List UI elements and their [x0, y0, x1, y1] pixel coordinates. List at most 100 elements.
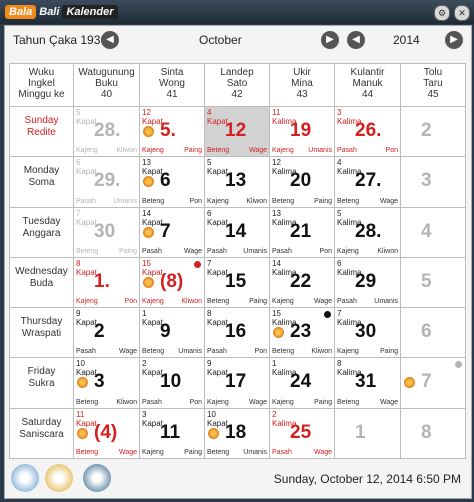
pasaran-pancawara: Wage — [248, 398, 267, 406]
date-cell[interactable]: 1 — [334, 407, 401, 460]
day-name: Friday — [27, 366, 56, 378]
date-cell[interactable]: 4 Kalima 27. Beteng Wage — [334, 156, 401, 208]
prev-year-button[interactable]: ◀ — [347, 31, 365, 49]
date-cell[interactable]: 6 Kapat 29. Pasah Umanis — [73, 156, 140, 208]
date-cell[interactable]: 1 Kapat 9 Beteng Umanis — [139, 307, 205, 359]
settings-icon[interactable]: ⚙ — [434, 5, 450, 21]
pasaran-pancawara: Pon — [189, 398, 202, 406]
date-number: 18 — [225, 421, 247, 443]
date-number: 14 — [225, 220, 247, 242]
date-number: 9 — [160, 321, 171, 343]
date-cell[interactable]: 3 Kapat 11 Kajeng Paing — [139, 407, 205, 460]
pasaran-pancawara: Umanis — [243, 449, 267, 456]
sasih-day: 10 — [76, 359, 85, 369]
pasaran-pancawara: Pon — [124, 298, 137, 306]
date-cell[interactable]: 13 Kapat 6 Beteng Pon — [139, 156, 205, 208]
date-cell[interactable]: 6 Kapat 14 Pasah Umanis — [204, 206, 270, 258]
wuku-line-3: 41 — [166, 89, 178, 100]
date-cell[interactable]: 2 — [400, 106, 466, 158]
sasih-day: 9 — [207, 359, 212, 369]
date-cell[interactable]: 5 Kapat 13 Kajeng Kliwon — [204, 156, 270, 208]
date-cell[interactable]: 10 Kapat 18 Beteng Umanis — [204, 407, 270, 460]
wuku-line-3: 44 — [361, 89, 374, 100]
date-cell[interactable]: 2 Kalima 25 Pasah Wage — [269, 407, 335, 460]
date-cell[interactable]: 9 Kapat 17 Kajeng Wage — [204, 357, 270, 409]
moon-dot-icon — [324, 311, 331, 319]
wuku-line-1: Ukir — [293, 67, 311, 78]
date-number: 20 — [290, 170, 312, 192]
pasaran-triwara: Pasah — [76, 348, 96, 356]
day-label: Thursday Wraspati — [9, 307, 74, 359]
date-cell[interactable]: 4 Kapat 12 Beteng Wage — [204, 106, 270, 158]
date-cell[interactable]: 7 Kapat 30 Beteng Paing — [73, 206, 140, 258]
pasaran-triwara: Pasah — [207, 348, 227, 356]
date-number: 29 — [355, 270, 377, 292]
date-cell[interactable]: 15 Kapat (8) Kajeng Kliwon — [139, 256, 205, 309]
pasaran-pancawara: Wage — [118, 348, 137, 356]
date-cell[interactable]: 15 Kalima 23 Beteng Kliwon — [269, 307, 335, 359]
date-cell[interactable]: 10 Kapat 3 Beteng Kliwon — [73, 357, 140, 409]
date-cell[interactable]: 14 Kapat 7 Pasah Wage — [139, 206, 205, 258]
date-cell[interactable]: 4 — [400, 206, 466, 258]
pasaran-pancawara: Pon — [189, 197, 202, 205]
date-cell[interactable]: 11 Kalima 19 Kajeng Umanis — [269, 106, 335, 158]
date-cell[interactable]: 8 Kalima 31 Beteng Wage — [334, 357, 401, 409]
date-cell[interactable]: 12 Kalima 20 Beteng Paing — [269, 156, 335, 208]
year-label: Tahun Çaka 1936 — [13, 33, 108, 47]
prev-month-button[interactable]: ◀ — [101, 31, 119, 49]
pasaran-pancawara: Umanis — [308, 147, 332, 155]
week-row: Monday Soma 6 Kapat 29. Pasah Umanis 13 … — [9, 156, 466, 208]
date-cell[interactable]: 2 Kapat 10 Pasah Pon — [139, 357, 205, 409]
date-cell[interactable]: 11 Kapat (4) Beteng Wage — [73, 407, 140, 460]
pasaran-pancawara: Pon — [385, 147, 398, 155]
status-datetime: Sunday, October 12, 2014 6:50 PM — [273, 472, 461, 486]
next-month-button[interactable]: ▶ — [321, 31, 339, 49]
pasaran-triwara: Pasah — [142, 398, 162, 406]
date-cell[interactable]: 5 — [400, 256, 466, 309]
date-cell[interactable]: 7 Kapat 15 Beteng Paing — [204, 256, 270, 309]
date-number: 4 — [421, 220, 432, 242]
date-number: 28. — [94, 120, 121, 142]
date-cell[interactable]: 13 Kalima 21 Pasah Pon — [269, 206, 335, 258]
wuku-line-2: Wong — [159, 78, 185, 89]
calendar-grid: Wuku Ingkel Minggu ke Watugunung Buku 40… — [9, 62, 466, 460]
date-cell[interactable]: 8 Kapat 16 Pasah Pon — [204, 307, 270, 359]
date-cell[interactable]: 6 — [400, 307, 466, 359]
pasaran-triwara: Kajeng — [142, 298, 164, 306]
day-label: Monday Soma — [9, 156, 74, 208]
close-icon[interactable]: ✕ — [454, 5, 470, 21]
pasaran-pancawara: Wage — [248, 147, 267, 155]
sasih-day: 12 — [272, 158, 281, 168]
pasaran-triwara: Beteng — [142, 197, 165, 205]
pasaran-pancawara: Paing — [314, 398, 332, 406]
date-cell[interactable]: 5 Kalima 28. Kajeng Kliwon — [334, 206, 401, 258]
pasaran-triwara: Kajeng — [76, 298, 98, 306]
flower-icon — [77, 377, 88, 389]
date-cell[interactable]: 1 Kalima 24 Kajeng Paing — [269, 357, 335, 409]
wuku-header: Sinta Wong 41 — [139, 62, 205, 108]
date-number: 27. — [355, 170, 382, 192]
date-cell[interactable]: 14 Kalima 22 Kajeng Wage — [269, 256, 335, 309]
date-cell[interactable]: 7 — [400, 357, 466, 409]
date-cell[interactable]: 6 Kalima 29 Pasah Umanis — [334, 256, 401, 309]
date-cell[interactable]: 5 Kapat 28. Kajeng Kliwon — [73, 106, 140, 158]
date-cell[interactable]: 8 — [400, 407, 466, 460]
date-cell[interactable]: 8 Kapat 1. Kajeng Pon — [73, 256, 140, 309]
date-cell[interactable]: 3 Kalima 26. Pasah Pon — [334, 106, 401, 158]
sasih-day: 1 — [272, 359, 277, 369]
pasaran-pancawara: Pon — [254, 348, 267, 356]
sun-icon[interactable] — [45, 464, 73, 492]
moon-phase-icon[interactable] — [11, 464, 39, 492]
date-number: 21 — [290, 220, 312, 242]
date-cell[interactable]: 7 Kalima 30 Kajeng Paing — [334, 307, 401, 359]
avatar-icon[interactable] — [83, 464, 111, 492]
date-cell[interactable]: 9 Kapat 2 Pasah Wage — [73, 307, 140, 359]
sasih-day: 6 — [207, 208, 212, 218]
date-cell[interactable]: 3 — [400, 156, 466, 208]
sasih-day: 7 — [207, 258, 212, 268]
day-name: Thursday — [20, 316, 63, 328]
date-cell[interactable]: 12 Kapat 5. Kajeng Paing — [139, 106, 205, 158]
pasaran-triwara: Beteng — [142, 348, 165, 356]
next-year-button[interactable]: ▶ — [445, 31, 463, 49]
pasaran-triwara: Pasah — [207, 247, 227, 255]
